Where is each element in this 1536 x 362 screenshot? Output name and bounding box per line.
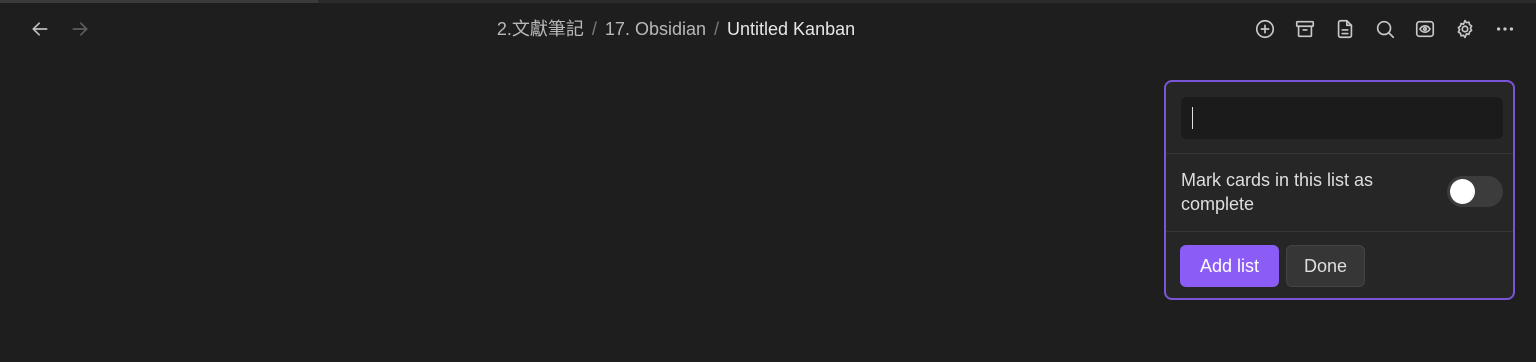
add-list-form: Mark cards in this list as complete Add … (1164, 80, 1515, 300)
text-caret (1192, 107, 1193, 129)
more-options-button[interactable] (1492, 16, 1518, 42)
add-list-action-button[interactable] (1252, 16, 1278, 42)
search-button[interactable] (1372, 16, 1398, 42)
breadcrumb: 2.文獻筆記 / 17. Obsidian / Untitled Kanban (0, 18, 1352, 40)
toggle-knob (1450, 179, 1475, 204)
view-header: 2.文獻筆記 / 17. Obsidian / Untitled Kanban (0, 0, 1536, 58)
add-list-button[interactable]: Add list (1180, 245, 1279, 287)
breadcrumb-separator: / (591, 19, 597, 39)
eye-icon (1415, 20, 1435, 38)
archive-icon (1295, 20, 1315, 38)
more-horizontal-icon (1496, 27, 1514, 31)
reading-view-button[interactable] (1412, 16, 1438, 42)
search-icon (1376, 20, 1395, 39)
list-title-input[interactable] (1181, 97, 1503, 139)
breadcrumb-folder-notes[interactable]: 2.文獻筆記 (497, 19, 584, 39)
document-icon (1337, 19, 1353, 39)
breadcrumb-folder-obsidian[interactable]: 17. Obsidian (605, 19, 706, 39)
mark-complete-toggle[interactable] (1447, 176, 1503, 207)
mark-complete-label: Mark cards in this list as complete (1181, 170, 1374, 214)
archive-button[interactable] (1292, 16, 1318, 42)
breadcrumb-separator: / (714, 19, 720, 39)
plus-circle-icon (1255, 19, 1275, 39)
breadcrumb-file-title[interactable]: Untitled Kanban (727, 19, 855, 39)
form-divider (1166, 153, 1513, 154)
done-button[interactable]: Done (1286, 245, 1365, 287)
gear-icon (1457, 19, 1473, 39)
view-actions (1252, 16, 1518, 42)
form-divider (1166, 231, 1513, 232)
board-settings-button[interactable] (1452, 16, 1478, 42)
open-as-markdown-button[interactable] (1332, 16, 1358, 42)
